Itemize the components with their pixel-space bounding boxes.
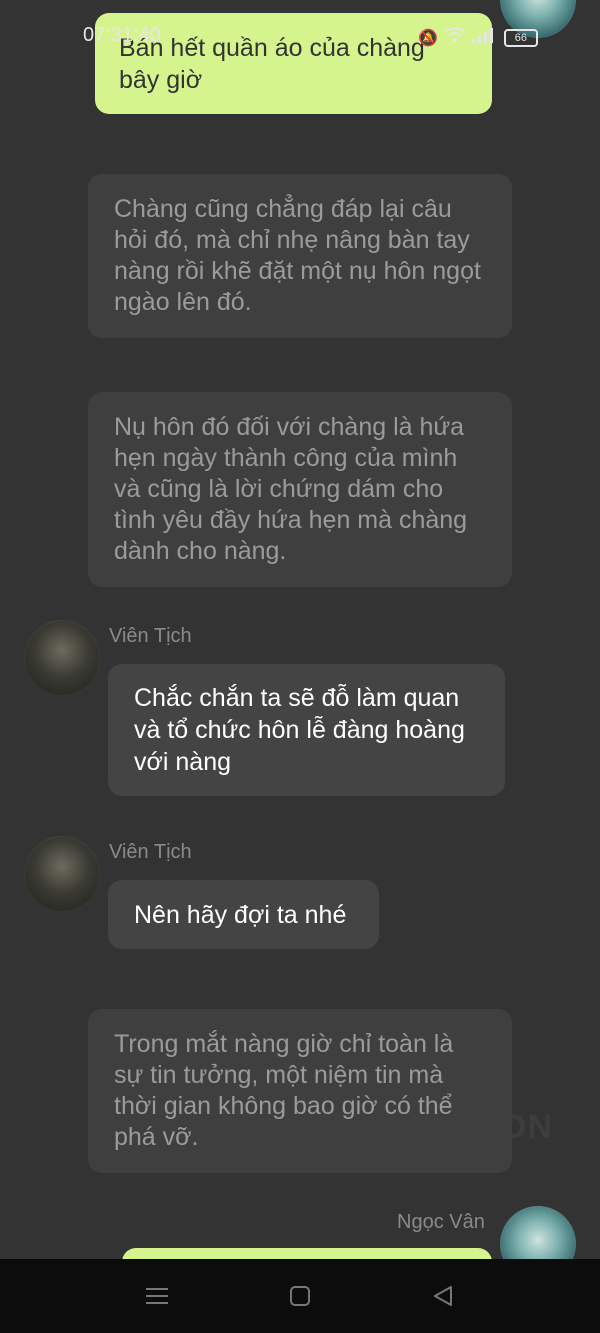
message-text: Nên hãy đợi ta nhé: [134, 901, 347, 929]
home-icon[interactable]: [286, 1283, 314, 1309]
wifi-icon: [444, 26, 466, 49]
narration-bubble[interactable]: Nụ hôn đó đối với chàng là hứa hẹn ngày …: [88, 392, 512, 587]
sender-name: Viên Tịch: [109, 841, 192, 863]
mute-icon: 🔕: [418, 29, 438, 47]
sender-name: Viên Tịch: [109, 625, 192, 647]
narration-bubble[interactable]: Trong mắt nàng giờ chỉ toàn là sự tin tư…: [88, 1009, 512, 1173]
battery-icon: 66: [503, 28, 538, 47]
contact-avatar[interactable]: [24, 836, 100, 912]
status-time: 07:31:40: [83, 24, 161, 46]
status-icons: 🔕 66: [418, 26, 538, 49]
narration-text: Chàng cũng chẳng đáp lại câu hỏi đó, mà …: [114, 195, 481, 316]
message-text: Bán hết quần áo của chàng bây giờ: [119, 34, 425, 94]
narration-text: Trong mắt nàng giờ chỉ toàn là sự tin tư…: [114, 1030, 454, 1151]
contact-message-bubble[interactable]: Chắc chắn ta sẽ đỗ làm quan và tổ chức h…: [108, 664, 505, 796]
narration-text: Nụ hôn đó đối với chàng là hứa hẹn ngày …: [114, 413, 468, 565]
sender-name: Ngọc Vân: [397, 1211, 485, 1233]
message-text: Chắc chắn ta sẽ đỗ làm quan và tổ chức h…: [134, 684, 465, 776]
contact-avatar[interactable]: [24, 620, 100, 696]
contact-message-bubble[interactable]: Nên hãy đợi ta nhé: [108, 880, 379, 949]
back-icon[interactable]: [429, 1283, 457, 1309]
menu-icon[interactable]: [143, 1283, 171, 1309]
signal-icon: [471, 27, 498, 48]
narration-bubble[interactable]: Chàng cũng chẳng đáp lại câu hỏi đó, mà …: [88, 174, 512, 338]
